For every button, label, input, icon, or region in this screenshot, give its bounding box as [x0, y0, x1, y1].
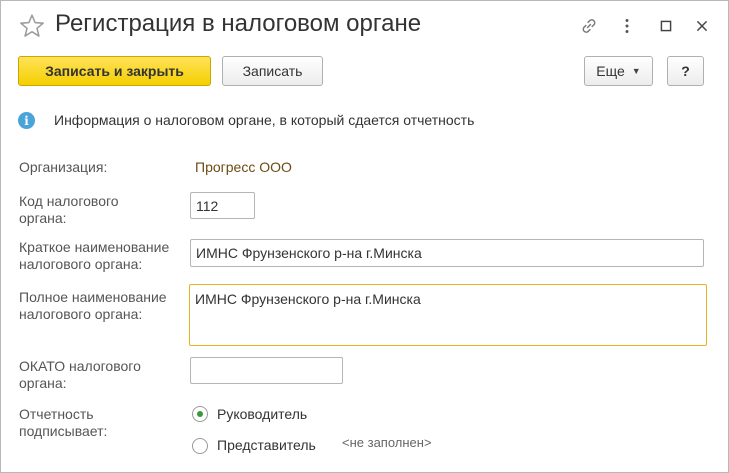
save-and-close-button[interactable]: Записать и закрыть — [18, 56, 211, 86]
short-name-label: Краткое наименование налогового органа: — [19, 239, 170, 272]
radio-selected-dot — [197, 411, 203, 417]
short-name-field[interactable]: ИМНС Фрунзенского р-на г.Минска — [190, 239, 704, 267]
more-button[interactable]: Еще ▼ — [584, 56, 653, 86]
okato-label: ОКАТО налогового органа: — [19, 358, 141, 391]
form-window: Регистрация в налоговом органе Записать … — [0, 0, 729, 473]
close-icon[interactable] — [691, 15, 713, 37]
more-button-label: Еще — [596, 63, 625, 79]
radio-representative-label[interactable]: Представитель — [217, 437, 316, 453]
full-name-textarea[interactable]: ИМНС Фрунзенского р-на г.Минска — [189, 284, 707, 346]
full-name-label: Полное наименование налогового органа: — [19, 289, 167, 322]
tax-code-field[interactable]: 112 — [190, 192, 255, 219]
chevron-down-icon: ▼ — [631, 66, 641, 76]
okato-field[interactable] — [190, 357, 343, 384]
maximize-icon[interactable] — [655, 15, 677, 37]
star-icon[interactable] — [19, 13, 45, 39]
info-icon: i — [18, 112, 35, 129]
radio-director-label[interactable]: Руководитель — [217, 406, 307, 422]
representative-hint: <не заполнен> — [342, 435, 432, 450]
radio-representative[interactable] — [192, 438, 208, 454]
link-icon[interactable] — [578, 15, 600, 37]
more-vertical-icon[interactable] — [616, 15, 638, 37]
radio-director[interactable] — [192, 406, 208, 422]
tax-code-label: Код налогового органа: — [19, 193, 119, 226]
info-text: Информация о налоговом органе, в который… — [54, 112, 475, 128]
page-title: Регистрация в налоговом органе — [55, 10, 422, 37]
organization-label: Организация: — [19, 159, 108, 175]
help-button[interactable]: ? — [667, 56, 704, 86]
organization-value[interactable]: Прогресс ООО — [195, 159, 292, 175]
save-button[interactable]: Записать — [222, 56, 323, 86]
signer-label: Отчетность подписывает: — [19, 406, 108, 439]
